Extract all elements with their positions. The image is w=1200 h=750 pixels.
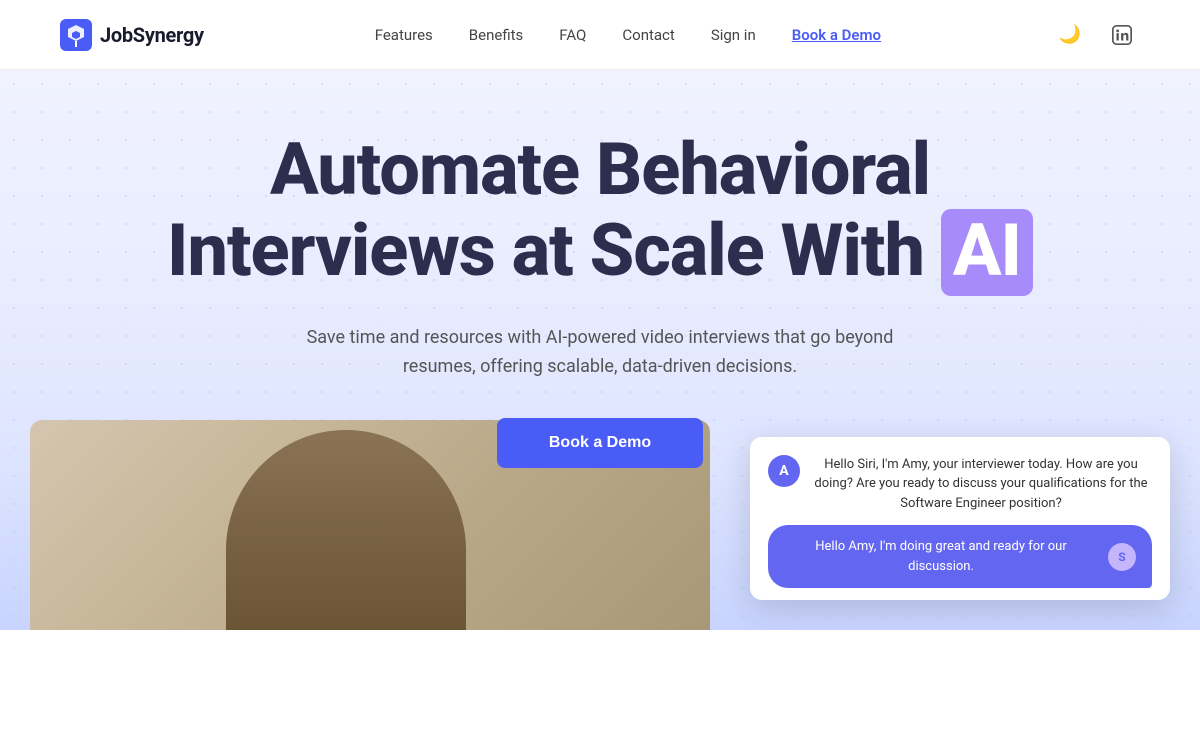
- hero-section: Automate Behavioral Interviews at Scale …: [0, 70, 1200, 630]
- hero-title-line1: Automate Behavioral: [270, 127, 930, 212]
- linkedin-icon: [1111, 24, 1133, 46]
- dark-mode-button[interactable]: 🌙: [1052, 17, 1088, 53]
- hero-title-line2: Interviews at Scale With: [167, 208, 924, 293]
- logo-text: JobSynergy: [100, 23, 204, 47]
- hero-content: Automate Behavioral Interviews at Scale …: [20, 130, 1180, 468]
- header: JobSynergy Features Benefits FAQ Contact…: [0, 0, 1200, 70]
- dark-mode-icon: 🌙: [1059, 24, 1081, 45]
- ai-badge: AI: [941, 209, 1033, 296]
- nav-contact[interactable]: Contact: [622, 26, 674, 44]
- main-nav: Features Benefits FAQ Contact Sign in Bo…: [375, 26, 881, 44]
- logo[interactable]: JobSynergy: [60, 19, 204, 51]
- nav-faq[interactable]: FAQ: [559, 26, 586, 44]
- nav-book-demo[interactable]: Book a Demo: [792, 26, 881, 44]
- linkedin-button[interactable]: [1104, 17, 1140, 53]
- hero-subtitle: Save time and resources with AI-powered …: [280, 324, 920, 382]
- nav-benefits[interactable]: Benefits: [469, 26, 524, 44]
- header-actions: 🌙: [1052, 17, 1140, 53]
- user-chat-bubble: Hello Amy, I'm doing great and ready for…: [768, 525, 1152, 588]
- user-message-text: Hello Amy, I'm doing great and ready for…: [784, 537, 1098, 576]
- hero-cta-button[interactable]: Book a Demo: [497, 418, 703, 468]
- logo-icon: [60, 19, 92, 51]
- nav-features[interactable]: Features: [375, 26, 433, 44]
- hero-title: Automate Behavioral Interviews at Scale …: [150, 130, 1050, 296]
- user-avatar: S: [1108, 543, 1136, 571]
- nav-sign-in[interactable]: Sign in: [711, 26, 756, 44]
